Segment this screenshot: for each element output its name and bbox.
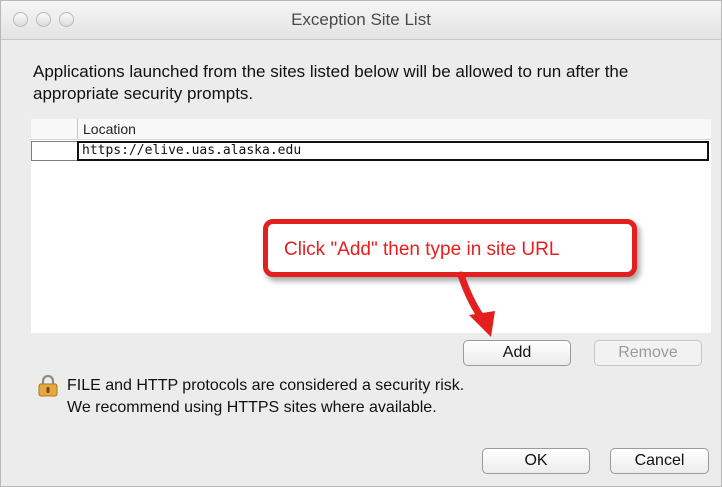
add-button[interactable]: Add <box>463 340 571 366</box>
instruction-callout: Click "Add" then type in site URL <box>263 219 637 277</box>
cancel-button[interactable]: Cancel <box>610 448 709 474</box>
header-lead-cell <box>31 119 78 139</box>
intro-text: Applications launched from the sites lis… <box>33 62 629 103</box>
title-bar: Exception Site List <box>1 1 721 40</box>
callout-text: Click "Add" then type in site URL <box>284 239 560 260</box>
warning-line-2: We recommend using HTTPS sites where ava… <box>67 399 437 416</box>
table-row[interactable]: https://elive.uas.alaska.edu <box>31 141 711 161</box>
table-header: Location <box>31 119 711 140</box>
window-title: Exception Site List <box>291 10 431 29</box>
column-header-location[interactable]: Location <box>83 121 136 137</box>
exception-site-list-window: Exception Site List Applications launche… <box>0 0 722 487</box>
row-lead-cell <box>31 141 78 161</box>
remove-button[interactable]: Remove <box>594 340 702 366</box>
ok-button[interactable]: OK <box>482 448 590 474</box>
security-warning: FILE and HTTP protocols are considered a… <box>67 375 464 419</box>
lock-icon <box>38 374 58 397</box>
red-arrow-icon <box>457 271 495 337</box>
location-edit-field[interactable]: https://elive.uas.alaska.edu <box>77 141 709 161</box>
warning-line-1: FILE and HTTP protocols are considered a… <box>67 377 465 394</box>
